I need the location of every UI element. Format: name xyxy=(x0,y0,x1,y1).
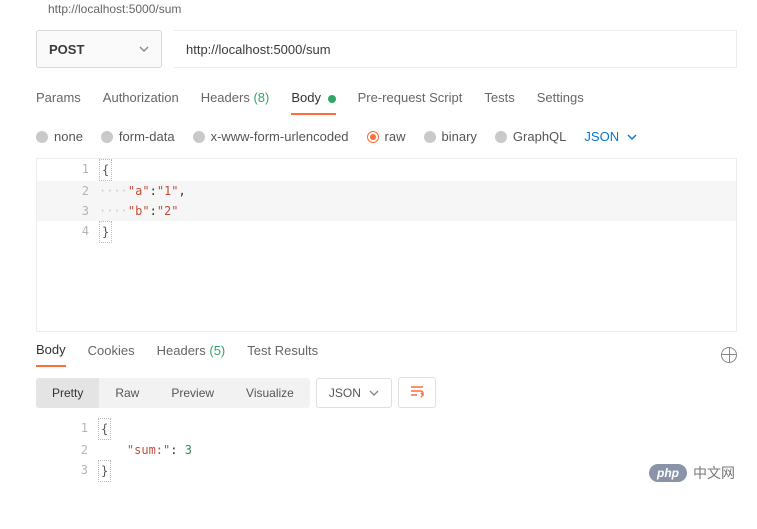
tab-authorization[interactable]: Authorization xyxy=(103,90,179,115)
radio-raw[interactable]: raw xyxy=(367,129,406,144)
tab-tests[interactable]: Tests xyxy=(484,90,514,115)
response-lang-select[interactable]: JSON xyxy=(316,378,392,408)
tab-prerequest[interactable]: Pre-request Script xyxy=(358,90,463,115)
body-format-select[interactable]: JSON xyxy=(584,129,637,144)
line-number: 1 xyxy=(37,159,99,181)
http-method-label: POST xyxy=(49,42,84,57)
response-tab-headers[interactable]: Headers (5) xyxy=(157,343,226,366)
tab-headers[interactable]: Headers (8) xyxy=(201,90,270,115)
radio-none[interactable]: none xyxy=(36,129,83,144)
view-raw[interactable]: Raw xyxy=(99,378,155,408)
tab-settings[interactable]: Settings xyxy=(537,90,584,115)
line-number: 2 xyxy=(37,181,99,201)
response-headers-count: (5) xyxy=(209,343,225,358)
chevron-down-icon xyxy=(369,388,379,398)
line-number: 3 xyxy=(36,460,98,482)
line-number: 1 xyxy=(36,418,98,440)
radio-checked-icon xyxy=(367,131,379,143)
view-pretty[interactable]: Pretty xyxy=(36,378,99,408)
request-tabs: Params Authorization Headers (8) Body Pr… xyxy=(36,90,737,115)
response-tab-test-results[interactable]: Test Results xyxy=(247,343,318,366)
radio-icon xyxy=(101,131,113,143)
request-url-input[interactable]: http://localhost:5000/sum xyxy=(174,30,737,68)
code-line: ····"b":"2" xyxy=(99,201,736,221)
code-line: } xyxy=(98,460,737,482)
request-row: POST http://localhost:5000/sum xyxy=(36,30,737,68)
radio-icon xyxy=(193,131,205,143)
body-modified-dot-icon xyxy=(328,95,336,103)
radio-icon xyxy=(424,131,436,143)
line-number: 2 xyxy=(36,440,98,460)
radio-binary[interactable]: binary xyxy=(424,129,477,144)
view-preview[interactable]: Preview xyxy=(155,378,230,408)
code-line: "sum:": 3 xyxy=(98,440,737,460)
response-tabs: Body Cookies Headers (5) Test Results xyxy=(36,342,737,367)
code-line: { xyxy=(98,418,737,440)
header-url-fragment: http://localhost:5000/sum xyxy=(0,0,757,22)
body-type-radio-group: none form-data x-www-form-urlencoded raw… xyxy=(36,129,737,144)
http-method-select[interactable]: POST xyxy=(36,30,162,68)
line-number: 4 xyxy=(37,221,99,243)
radio-graphql[interactable]: GraphQL xyxy=(495,129,566,144)
response-tab-body[interactable]: Body xyxy=(36,342,66,367)
radio-form-data[interactable]: form-data xyxy=(101,129,175,144)
watermark: php 中文网 xyxy=(649,463,735,483)
response-headers-label: Headers xyxy=(157,343,206,358)
response-body-editor[interactable]: 1{ 2 "sum:": 3 3} xyxy=(36,418,737,482)
code-line: ····"a":"1", xyxy=(99,181,736,201)
response-tab-cookies[interactable]: Cookies xyxy=(88,343,135,366)
wrap-lines-button[interactable] xyxy=(398,377,436,408)
view-visualize[interactable]: Visualize xyxy=(230,378,310,408)
body-format-label: JSON xyxy=(584,129,619,144)
response-lang-label: JSON xyxy=(329,386,361,400)
wrap-icon xyxy=(409,384,425,398)
radio-icon xyxy=(495,131,507,143)
request-body-editor[interactable]: 1{ 2····"a":"1", 3····"b":"2" 4} xyxy=(36,158,737,332)
php-badge-icon: php xyxy=(649,464,687,482)
request-url-value: http://localhost:5000/sum xyxy=(186,42,331,57)
view-mode-group: Pretty Raw Preview Visualize xyxy=(36,378,310,408)
line-number: 3 xyxy=(37,201,99,221)
chevron-down-icon xyxy=(139,44,149,54)
radio-urlencoded[interactable]: x-www-form-urlencoded xyxy=(193,129,349,144)
tab-headers-label: Headers xyxy=(201,90,250,105)
watermark-text: 中文网 xyxy=(693,463,735,483)
response-view-row: Pretty Raw Preview Visualize JSON xyxy=(36,377,737,408)
tab-body-label: Body xyxy=(291,90,321,105)
radio-icon xyxy=(36,131,48,143)
tab-params[interactable]: Params xyxy=(36,90,81,115)
globe-icon[interactable] xyxy=(721,347,737,363)
chevron-down-icon xyxy=(627,132,637,142)
tab-body[interactable]: Body xyxy=(291,90,335,115)
tab-headers-count: (8) xyxy=(253,90,269,105)
code-line: } xyxy=(99,221,736,243)
code-line: { xyxy=(99,159,736,181)
